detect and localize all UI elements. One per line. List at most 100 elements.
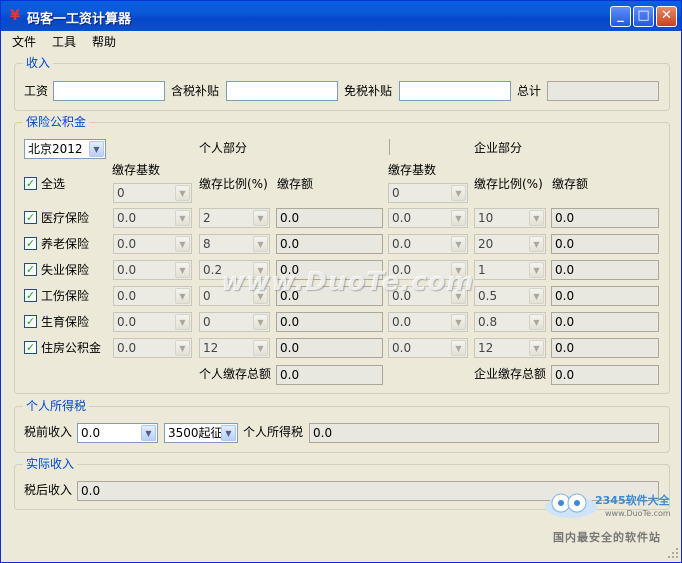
- insurance-c-base-value: 0.0: [392, 211, 412, 225]
- insurance-c-base-select[interactable]: 0.0 ▼: [388, 234, 468, 254]
- insurance-c-base-select[interactable]: 0.0 ▼: [388, 208, 468, 228]
- insurance-p-ratio-value: 0: [203, 289, 211, 303]
- insurance-c-ratio-select[interactable]: 0.5 ▼: [474, 286, 546, 306]
- menu-tools[interactable]: 工具: [52, 33, 76, 50]
- chevron-down-icon: ▼: [175, 185, 190, 201]
- personal-base-all-select[interactable]: 0 ▼: [113, 183, 192, 203]
- region-value: 北京2012: [28, 142, 83, 156]
- check-icon: ✓: [25, 211, 36, 224]
- insurance-row-label: 失业保险: [41, 263, 90, 277]
- insurance-c-amount-output: 0.0: [551, 312, 659, 332]
- insurance-p-ratio-value: 12: [203, 341, 219, 355]
- insurance-p-base-select[interactable]: 0.0 ▼: [113, 208, 192, 228]
- taxfree-subsidy-input[interactable]: [399, 81, 511, 101]
- insurance-p-amount-output: 0.0: [276, 312, 383, 332]
- chevron-down-icon: ▼: [175, 262, 190, 278]
- chevron-down-icon: ▼: [529, 340, 544, 356]
- insurance-row-checkbox[interactable]: ✓: [24, 237, 37, 250]
- insurance-row-checkbox[interactable]: ✓: [24, 341, 37, 354]
- insurance-c-ratio-select[interactable]: 12 ▼: [474, 338, 546, 358]
- maximize-icon: □: [637, 8, 650, 23]
- title-bar[interactable]: ¥ 码客一工资计算器 _ □ ✕: [1, 1, 681, 31]
- insurance-p-amount-output: 0.0: [276, 338, 383, 358]
- company-base-all-select[interactable]: 0 ▼: [388, 183, 468, 203]
- threshold-select[interactable]: 3500起征 ▼: [164, 423, 238, 443]
- insurance-p-ratio-select[interactable]: 8 ▼: [199, 234, 270, 254]
- insurance-c-amount-output: 0.0: [551, 286, 659, 306]
- chevron-down-icon: ▼: [529, 236, 544, 252]
- insurance-c-ratio-select[interactable]: 0.8 ▼: [474, 312, 546, 332]
- insurance-p-base-value: 0.0: [117, 263, 137, 277]
- insurance-c-amount-output: 0.0: [551, 260, 659, 280]
- resize-grip-icon[interactable]: [667, 547, 679, 559]
- chevron-down-icon: ▼: [529, 210, 544, 226]
- chevron-down-icon: ▼: [451, 185, 466, 201]
- company-base-header: 缴存基数: [388, 163, 437, 177]
- insurance-row-label: 工伤保险: [41, 289, 90, 303]
- insurance-p-ratio-value: 0: [203, 315, 211, 329]
- chevron-down-icon: ▼: [253, 314, 268, 330]
- chevron-down-icon: ▼: [175, 314, 190, 330]
- insurance-p-base-select[interactable]: 0.0 ▼: [113, 234, 192, 254]
- income-tax-output: 0.0: [309, 423, 659, 443]
- insurance-legend: 保险公积金: [23, 115, 90, 129]
- insurance-row-checkbox[interactable]: ✓: [24, 289, 37, 302]
- taxfree-subsidy-label: 免税补贴: [344, 84, 393, 98]
- insurance-c-ratio-value: 12: [478, 341, 494, 355]
- personal-ratio-header: 缴存比例(%): [199, 177, 268, 191]
- insurance-p-ratio-value: 0.2: [203, 263, 223, 277]
- region-select[interactable]: 北京2012 ▼: [24, 139, 106, 159]
- check-icon: ✓: [25, 237, 36, 250]
- insurance-c-base-select[interactable]: 0.0 ▼: [388, 338, 468, 358]
- total-output: [547, 81, 659, 101]
- brand-mascot-icon: [545, 493, 597, 518]
- select-all-checkbox[interactable]: ✓: [24, 177, 37, 190]
- after-tax-label: 税后收入: [24, 483, 73, 497]
- chevron-down-icon: ▼: [451, 340, 466, 356]
- check-icon: ✓: [25, 177, 36, 190]
- chevron-down-icon: ▼: [253, 210, 268, 226]
- minimize-button[interactable]: _: [610, 6, 631, 27]
- pretax-select[interactable]: 0.0 ▼: [77, 423, 158, 443]
- brand-name: 2345软件大全: [595, 494, 670, 507]
- insurance-c-base-select[interactable]: 0.0 ▼: [388, 312, 468, 332]
- close-button[interactable]: ✕: [656, 6, 677, 27]
- insurance-p-base-select[interactable]: 0.0 ▼: [113, 260, 192, 280]
- menu-file[interactable]: 文件: [12, 33, 36, 50]
- watermark-text: www.DuoTe.com: [221, 267, 475, 297]
- insurance-p-base-select[interactable]: 0.0 ▼: [113, 286, 192, 306]
- insurance-p-base-value: 0.0: [117, 341, 137, 355]
- menu-help[interactable]: 帮助: [92, 33, 116, 50]
- insurance-p-ratio-select[interactable]: 2 ▼: [199, 208, 270, 228]
- insurance-p-base-select[interactable]: 0.0 ▼: [113, 338, 192, 358]
- company-ratio-header: 缴存比例(%): [474, 177, 543, 191]
- chevron-down-icon: ▼: [451, 210, 466, 226]
- insurance-row-checkbox[interactable]: ✓: [24, 263, 37, 276]
- threshold-value: 3500起征: [168, 426, 223, 440]
- app-window: ¥ 码客一工资计算器 _ □ ✕ 文件 工具 帮助 收入 工资 含税补贴 免税补…: [0, 0, 682, 563]
- company-part-title: 企业部分: [474, 141, 523, 155]
- check-icon: ✓: [25, 263, 36, 276]
- total-label: 总计: [517, 84, 542, 98]
- close-icon: ✕: [661, 8, 672, 23]
- salary-input[interactable]: [53, 81, 165, 101]
- insurance-c-ratio-value: 0.8: [478, 315, 498, 329]
- insurance-c-ratio-select[interactable]: 1 ▼: [474, 260, 546, 280]
- insurance-c-ratio-select[interactable]: 10 ▼: [474, 208, 546, 228]
- insurance-p-base-select[interactable]: 0.0 ▼: [113, 312, 192, 332]
- insurance-row-label: 住房公积金: [41, 341, 102, 355]
- maximize-button[interactable]: □: [633, 6, 654, 27]
- insurance-c-base-value: 0.0: [392, 237, 412, 251]
- insurance-p-base-value: 0.0: [117, 289, 137, 303]
- insurance-row-checkbox[interactable]: ✓: [24, 315, 37, 328]
- brand-url: www.DuoTe.com: [605, 509, 671, 518]
- personal-total-label: 个人缴存总额: [199, 367, 272, 381]
- insurance-p-ratio-select[interactable]: 0 ▼: [199, 312, 270, 332]
- insurance-p-base-value: 0.0: [117, 211, 137, 225]
- taxable-subsidy-input[interactable]: [226, 81, 338, 101]
- chevron-down-icon: ▼: [529, 288, 544, 304]
- insurance-row-checkbox[interactable]: ✓: [24, 211, 37, 224]
- personal-part-title: 个人部分: [199, 141, 248, 155]
- insurance-c-ratio-select[interactable]: 20 ▼: [474, 234, 546, 254]
- insurance-p-ratio-select[interactable]: 12 ▼: [199, 338, 270, 358]
